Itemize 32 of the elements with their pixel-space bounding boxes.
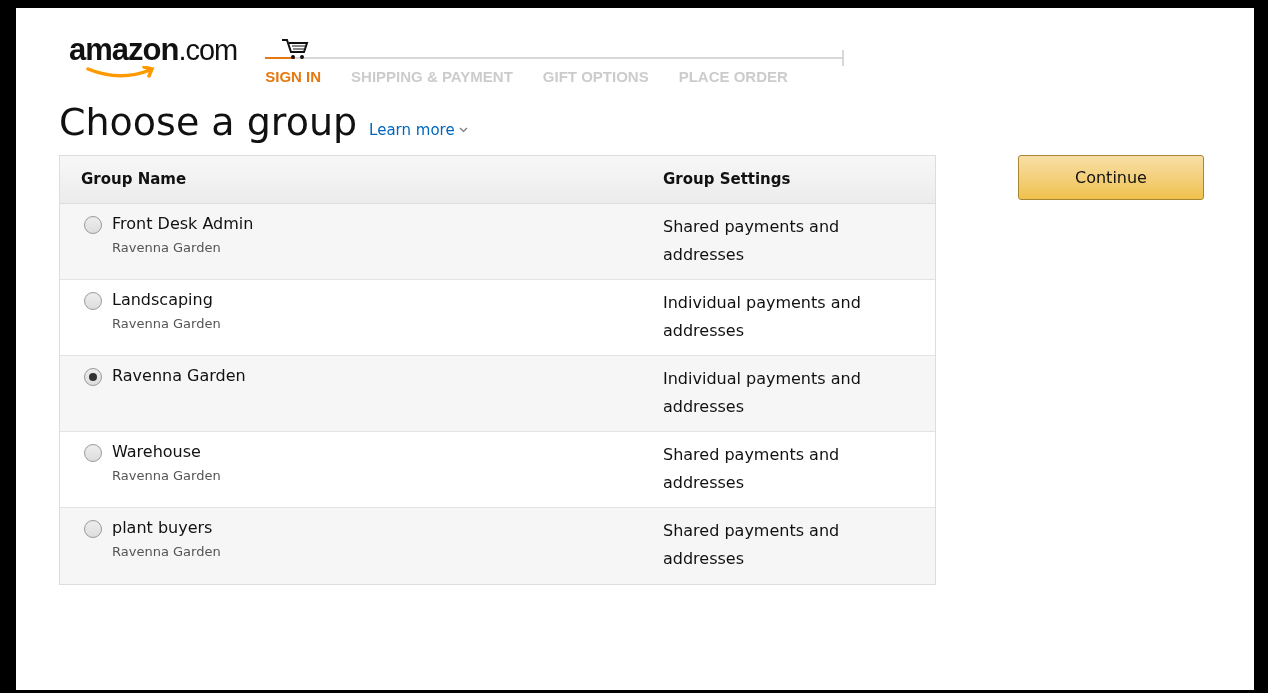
group-settings: Shared payments and addresses: [663, 216, 841, 266]
page-heading: Choose a group: [59, 102, 358, 141]
cart-icon: [280, 36, 311, 62]
group-row[interactable]: plant buyers Ravenna Garden Shared payments and addresses: [60, 508, 935, 584]
radio-button[interactable]: [84, 368, 102, 386]
logo-suffix: .com: [178, 36, 238, 65]
group-name: Ravenna Garden: [112, 365, 246, 387]
group-settings: Shared payments and addresses: [663, 444, 841, 494]
parent-group: Ravenna Garden: [112, 542, 221, 562]
group-settings: Individual payments and addresses: [663, 292, 862, 342]
chevron-down-icon: [458, 126, 468, 133]
continue-button[interactable]: Continue: [1018, 155, 1204, 200]
logo-text: amazon: [69, 34, 179, 65]
parent-group: Ravenna Garden: [112, 314, 221, 334]
radio-button[interactable]: [84, 520, 102, 538]
learn-more-link[interactable]: Learn more: [369, 118, 468, 141]
radio-button[interactable]: [84, 216, 102, 234]
checkout-step: SIGN IN: [265, 66, 322, 89]
parent-group: Ravenna Garden: [112, 466, 221, 486]
group-name: Front Desk Admin: [112, 213, 254, 235]
radio-button[interactable]: [84, 444, 102, 462]
radio-button[interactable]: [84, 292, 102, 310]
group-settings: Individual payments and addresses: [663, 368, 862, 418]
group-name: Landscaping: [112, 289, 214, 311]
group-row[interactable]: Front Desk Admin Ravenna Garden Shared payments and addresses: [60, 204, 935, 280]
group-row[interactable]: Ravenna Garden Individual payments and addresses: [60, 356, 935, 432]
column-header: Group Name: [80, 169, 188, 191]
group-name: plant buyers: [112, 517, 214, 539]
column-header: Group Settings: [663, 169, 791, 191]
parent-group: Ravenna Garden: [112, 238, 254, 258]
group-name: Warehouse: [112, 441, 202, 463]
group-settings: Shared payments and addresses: [663, 520, 841, 570]
